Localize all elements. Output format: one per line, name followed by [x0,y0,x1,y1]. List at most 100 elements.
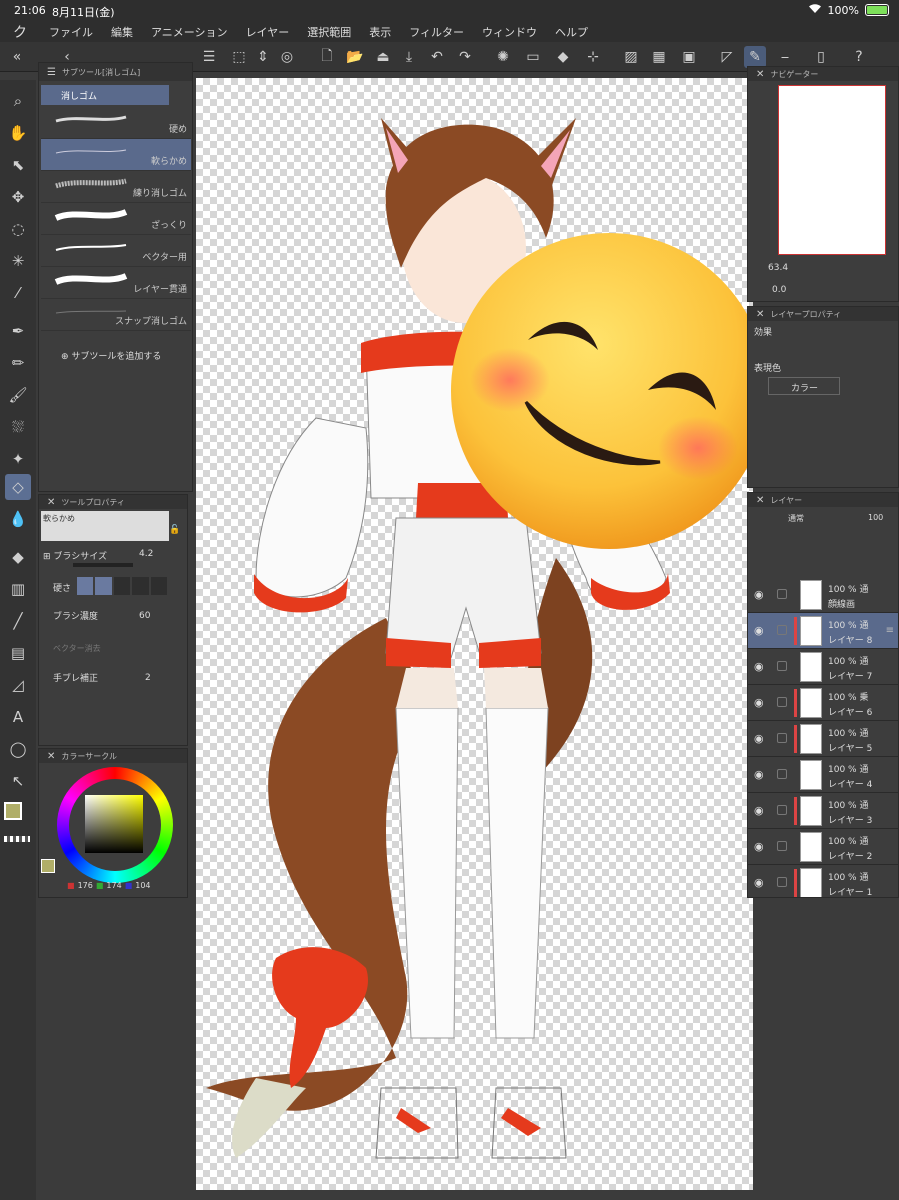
layer-checkbox[interactable] [777,805,787,815]
snap-ruler-icon[interactable]: ▨ [620,46,642,68]
close-icon[interactable]: ✕ [47,497,55,508]
layer-checkbox[interactable] [777,661,787,671]
lasso-icon[interactable]: ◌ [5,216,31,242]
pen-pressure-icon[interactable]: ✎ [744,46,766,68]
fill-icon[interactable]: ◆ [552,46,574,68]
hamburger-menu-icon[interactable]: ☰ [198,46,220,68]
clear-icon[interactable]: ▭ [522,46,544,68]
layer-checkbox[interactable] [777,841,787,851]
operation-icon[interactable]: ⬉ [5,152,31,178]
layer-row[interactable]: ◉ 100 % 通顔線画 [748,577,898,613]
help-icon[interactable]: ? [848,46,870,68]
subtool-item-through-layer[interactable]: レイヤー貫通 [41,267,191,299]
eye-icon[interactable]: ◉ [754,588,764,601]
lock-icon[interactable]: 🔓 [169,525,180,535]
subtool-item-vector[interactable]: ベクター用 [41,235,191,267]
preset-preview[interactable]: 軟らかめ [41,511,169,541]
undo-icon[interactable]: ↶ [426,46,448,68]
subtool-item-rough[interactable]: ざっくり [41,203,191,235]
ruler-icon[interactable]: ◿ [5,672,31,698]
pen-icon[interactable]: ✒ [5,318,31,344]
stepper-icon[interactable]: ⇕ [252,46,274,68]
figure-icon[interactable]: ╱ [5,608,31,634]
export-icon[interactable]: ⏏ [372,46,394,68]
subtool-item-kneaded[interactable]: 練り消しゴム [41,171,191,203]
redo-icon[interactable]: ↷ [454,46,476,68]
close-icon[interactable]: ✕ [756,495,764,506]
eye-icon[interactable]: ◉ [754,696,764,709]
layer-checkbox[interactable] [777,589,787,599]
eraser-icon[interactable]: ◇ [5,474,31,500]
layer-opacity-value[interactable]: 100 [868,513,883,522]
balloon-icon[interactable]: ◯ [5,736,31,762]
hardness-selector[interactable] [77,577,168,595]
hand-icon[interactable]: ✋ [5,120,31,146]
subtool-item-hard[interactable]: 硬め [41,107,191,139]
eye-icon[interactable]: ◉ [754,876,764,889]
layer-row[interactable]: ◉ 100 % 通レイヤー 2 [748,829,898,865]
pencil-icon[interactable]: ✏ [5,350,31,376]
layer-row[interactable]: ◉ 100 % 通レイヤー 5 [748,721,898,757]
menu-edit[interactable]: 編集 [102,24,142,40]
layer-row[interactable]: ◉ 100 % 乗レイヤー 6 [748,685,898,721]
eye-icon[interactable]: ◉ [754,804,764,817]
collapse-left-icon[interactable]: « [6,46,28,68]
subtool-item-soft[interactable]: 軟らかめ [41,139,191,171]
correct-line-icon[interactable]: ↖ [5,768,31,794]
layer-checkbox[interactable] [777,877,787,887]
text-icon[interactable]: A [5,704,31,730]
eye-icon[interactable]: ◉ [754,624,764,637]
smartphone-icon[interactable]: ▯ [810,46,832,68]
brush-icon[interactable]: 🖌 [5,382,31,408]
close-icon[interactable]: ✕ [756,309,764,320]
menu-filter[interactable]: フィルター [400,24,473,40]
menu-help[interactable]: ヘルプ [546,24,597,40]
layer-row[interactable]: ◉ 100 % 通レイヤー 1 [748,865,898,897]
move-icon[interactable]: ✥ [5,184,31,210]
brush-size-row[interactable]: ⊞ ブラシサイズ 4.2 [43,549,183,562]
expand-icon[interactable]: ⊞ [43,552,51,562]
gradient-icon[interactable]: ▥ [5,576,31,602]
saturation-square[interactable] [85,795,143,853]
loading-icon[interactable]: ✺ [492,46,514,68]
zoom-value[interactable]: 63.4 [768,263,788,273]
frame-icon[interactable]: ▤ [5,640,31,666]
line-icon[interactable]: ⎯ [774,46,796,68]
airbrush-icon[interactable]: ⛆ [5,414,31,440]
close-icon[interactable]: ☰ [47,67,56,78]
close-icon[interactable]: ✕ [756,69,764,80]
layer-row[interactable]: ◉ 100 % 通レイヤー 7 [748,649,898,685]
zoom-icon[interactable]: ⌕ [5,88,31,114]
close-icon[interactable]: ✕ [47,751,55,762]
transform-icon[interactable]: ⬚ [228,46,250,68]
menu-animation[interactable]: アニメーション [142,24,237,40]
save-icon[interactable]: ⤓ [398,46,420,68]
decoration-icon[interactable]: ✦ [5,446,31,472]
quick-access-icon[interactable]: ◎ [276,46,298,68]
add-subtool-button[interactable]: ⊕ サブツールを追加する [61,349,161,362]
layer-checkbox[interactable] [777,769,787,779]
eye-icon[interactable]: ◉ [754,840,764,853]
brush-size-slider[interactable] [73,563,133,567]
fill-bucket-icon[interactable]: ◆ [5,544,31,570]
subtool-item-snap[interactable]: スナップ消しゴム [41,299,191,331]
rotation-value[interactable]: 0.0 [772,285,786,295]
menu-file[interactable]: ファイル [40,24,102,40]
current-color-swatch[interactable] [41,859,55,873]
crop-icon[interactable]: ⊹ [582,46,604,68]
subtool-group[interactable]: 消しゴム [41,85,169,105]
layer-checkbox[interactable] [777,733,787,743]
eye-icon[interactable]: ◉ [754,732,764,745]
display-color-select[interactable]: カラー [768,377,840,395]
new-file-icon[interactable]: 🗋 [316,46,338,68]
stabilization-value[interactable]: 2 [145,673,151,683]
snap-special-icon[interactable]: ▦ [648,46,670,68]
brush-density-value[interactable]: 60 [139,611,150,621]
app-logo-icon[interactable]: ク [0,22,40,42]
open-folder-icon[interactable]: 📂 [344,46,366,68]
eye-icon[interactable]: ◉ [754,768,764,781]
layer-row[interactable]: ◉ 100 % 通レイヤー 4 [748,757,898,793]
blend-icon[interactable]: 💧 [5,506,31,532]
menu-layer[interactable]: レイヤー [237,24,299,40]
menu-selection[interactable]: 選択範囲 [298,24,360,40]
